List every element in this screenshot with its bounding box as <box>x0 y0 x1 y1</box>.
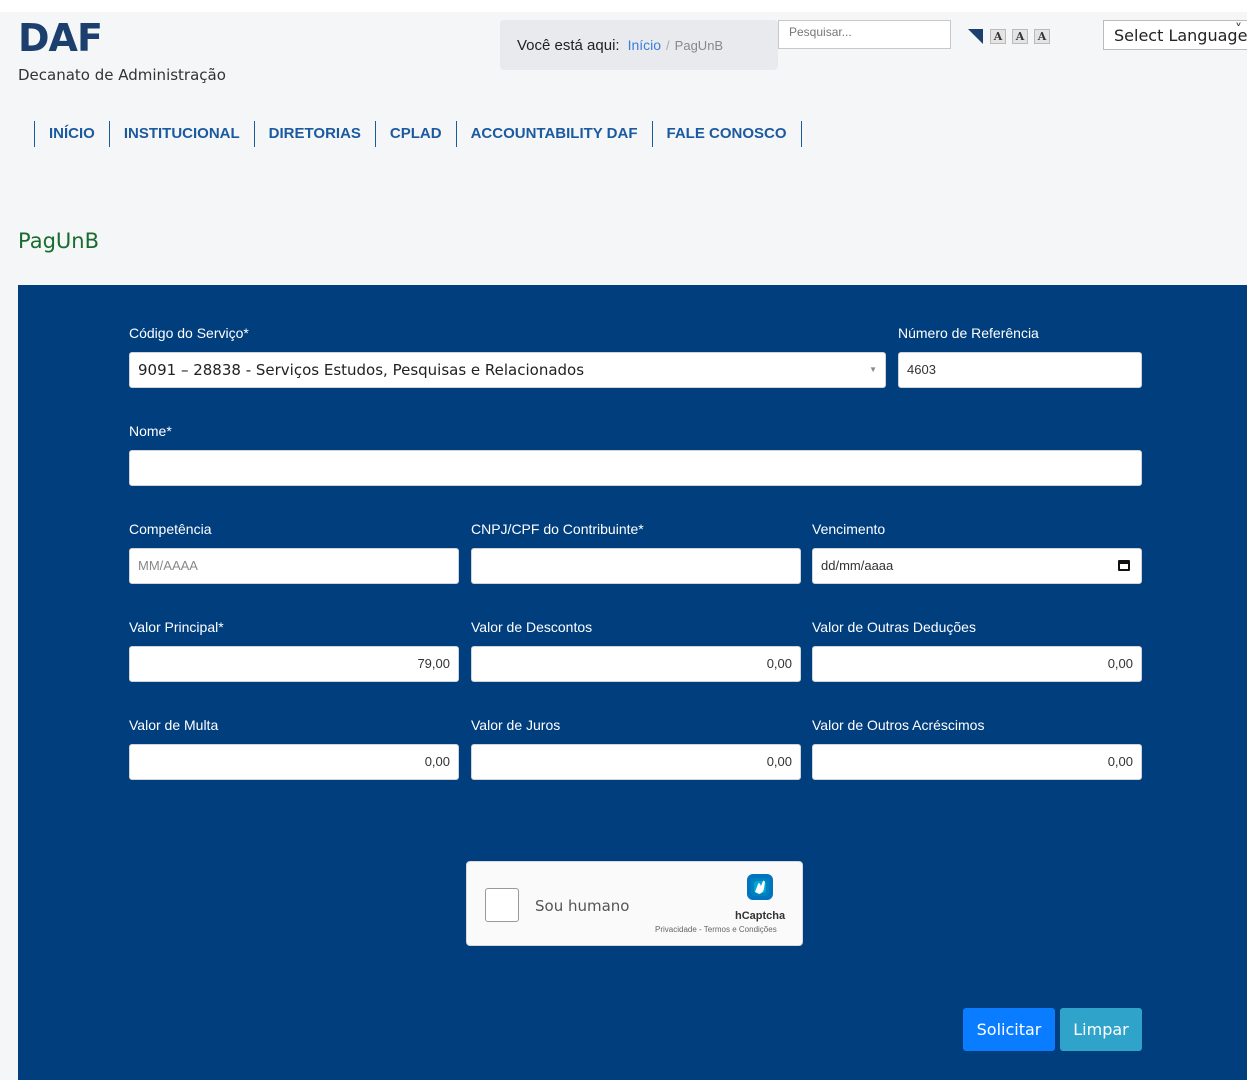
pagunb-form-panel <box>18 285 1247 1080</box>
solicitar-button[interactable]: Solicitar <box>963 1008 1055 1051</box>
top-strip <box>0 0 1247 12</box>
servico-label: Código do Serviço* <box>129 325 249 341</box>
font-size-medium-button[interactable]: A <box>1012 29 1028 44</box>
breadcrumb-home-link[interactable]: Início <box>628 37 661 53</box>
cnpj-label: CNPJ/CPF do Contribuinte* <box>471 521 644 537</box>
language-select-label: Select Language <box>1114 26 1247 45</box>
captcha-brand: hCaptcha <box>735 910 786 922</box>
servico-select-value: 9091 – 28838 - Serviços Estudos, Pesquis… <box>138 361 585 379</box>
captcha-checkbox[interactable] <box>485 888 519 922</box>
nav-item-cplad[interactable]: CPLAD <box>376 121 457 147</box>
valor-multa-label: Valor de Multa <box>129 717 219 733</box>
page-title: PagUnB <box>18 229 100 253</box>
hcaptcha-widget: Sou humano hCaptcha Privacidade - Termos… <box>466 861 803 946</box>
limpar-button[interactable]: Limpar <box>1060 1008 1142 1051</box>
valor-acrescimos-label: Valor de Outros Acréscimos <box>812 717 985 733</box>
language-select[interactable]: Select Language ˅ <box>1103 20 1247 50</box>
referencia-input[interactable]: 4603 <box>898 352 1142 388</box>
vencimento-placeholder: dd/mm/aaaa <box>821 558 894 573</box>
contrast-toggle-icon[interactable] <box>968 29 983 44</box>
valor-descontos-input[interactable]: 0,00 <box>471 646 801 682</box>
site-logo-text[interactable]: DAF <box>18 16 226 60</box>
search-input[interactable]: Pesquisar... <box>778 20 951 49</box>
breadcrumb: Você está aqui: Início / PagUnB <box>500 20 778 70</box>
valor-principal-label: Valor Principal* <box>129 619 224 635</box>
chevron-down-icon: ˅ <box>1235 22 1242 38</box>
nome-label: Nome* <box>129 423 172 439</box>
nav-item-accountability[interactable]: ACCOUNTABILITY DAF <box>457 121 653 147</box>
site-subtitle: Decanato de Administração <box>18 66 226 84</box>
competencia-label: Competência <box>129 521 212 537</box>
valor-descontos-label: Valor de Descontos <box>471 619 593 635</box>
main-nav: INÍCIO INSTITUCIONAL DIRETORIAS CPLAD AC… <box>34 121 802 147</box>
valor-multa-input[interactable]: 0,00 <box>129 744 459 780</box>
vencimento-input[interactable]: dd/mm/aaaa <box>812 548 1142 584</box>
hcaptcha-logo-icon <box>747 874 773 900</box>
valor-acrescimos-input[interactable]: 0,00 <box>812 744 1142 780</box>
valor-deducoes-input[interactable]: 0,00 <box>812 646 1142 682</box>
nav-item-fale-conosco[interactable]: FALE CONOSCO <box>653 121 802 147</box>
nav-item-diretorias[interactable]: DIRETORIAS <box>255 121 376 147</box>
competencia-input[interactable]: MM/AAAA <box>129 548 459 584</box>
breadcrumb-separator: / <box>666 37 670 53</box>
valor-principal-input[interactable]: 79,00 <box>129 646 459 682</box>
calendar-icon[interactable] <box>1118 560 1130 571</box>
nav-item-institucional[interactable]: INSTITUCIONAL <box>110 121 255 147</box>
valor-juros-input[interactable]: 0,00 <box>471 744 801 780</box>
caret-down-icon: ▼ <box>869 365 877 374</box>
nome-input[interactable] <box>129 450 1142 486</box>
valor-juros-label: Valor de Juros <box>471 717 561 733</box>
referencia-label: Número de Referência <box>898 325 1039 341</box>
site-brand: DAF Decanato de Administração <box>18 16 226 84</box>
breadcrumb-label: Você está aqui: <box>517 36 620 54</box>
captcha-links[interactable]: Privacidade - Termos e Condições <box>655 925 777 934</box>
valor-deducoes-label: Valor de Outras Deduções <box>812 619 976 635</box>
font-size-small-button[interactable]: A <box>990 29 1006 44</box>
cnpj-input[interactable] <box>471 548 801 584</box>
servico-select[interactable]: 9091 – 28838 - Serviços Estudos, Pesquis… <box>129 352 886 388</box>
vencimento-label: Vencimento <box>812 521 886 537</box>
nav-item-inicio[interactable]: INÍCIO <box>35 121 110 147</box>
breadcrumb-current: PagUnB <box>674 37 724 53</box>
font-size-large-button[interactable]: A <box>1034 29 1050 44</box>
captcha-label: Sou humano <box>535 897 630 915</box>
